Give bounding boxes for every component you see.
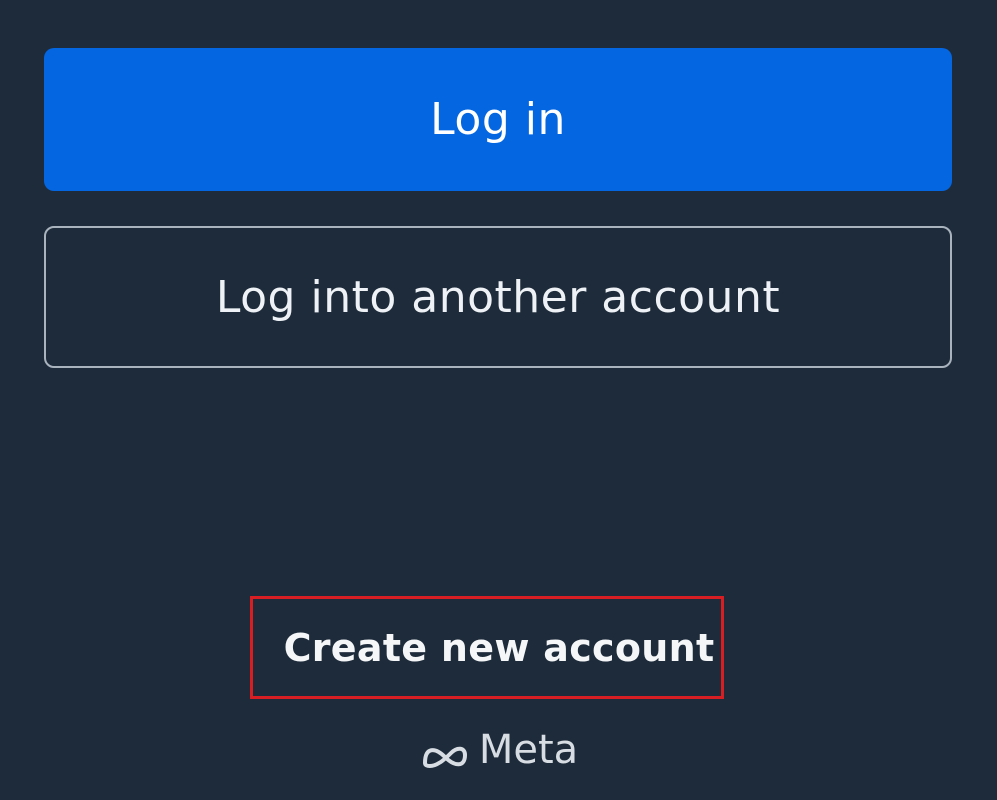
login-screen: Log in Log into another account Create n…: [0, 0, 997, 800]
create-new-account-label: Create new account: [283, 625, 715, 670]
meta-footer: Meta: [0, 720, 997, 780]
meta-infinity-icon: [419, 735, 471, 768]
create-new-account-button[interactable]: Create new account: [250, 596, 724, 699]
login-button[interactable]: Log in: [44, 48, 952, 191]
log-into-another-account-button[interactable]: Log into another account: [44, 226, 952, 368]
meta-wordmark: Meta: [478, 727, 579, 773]
